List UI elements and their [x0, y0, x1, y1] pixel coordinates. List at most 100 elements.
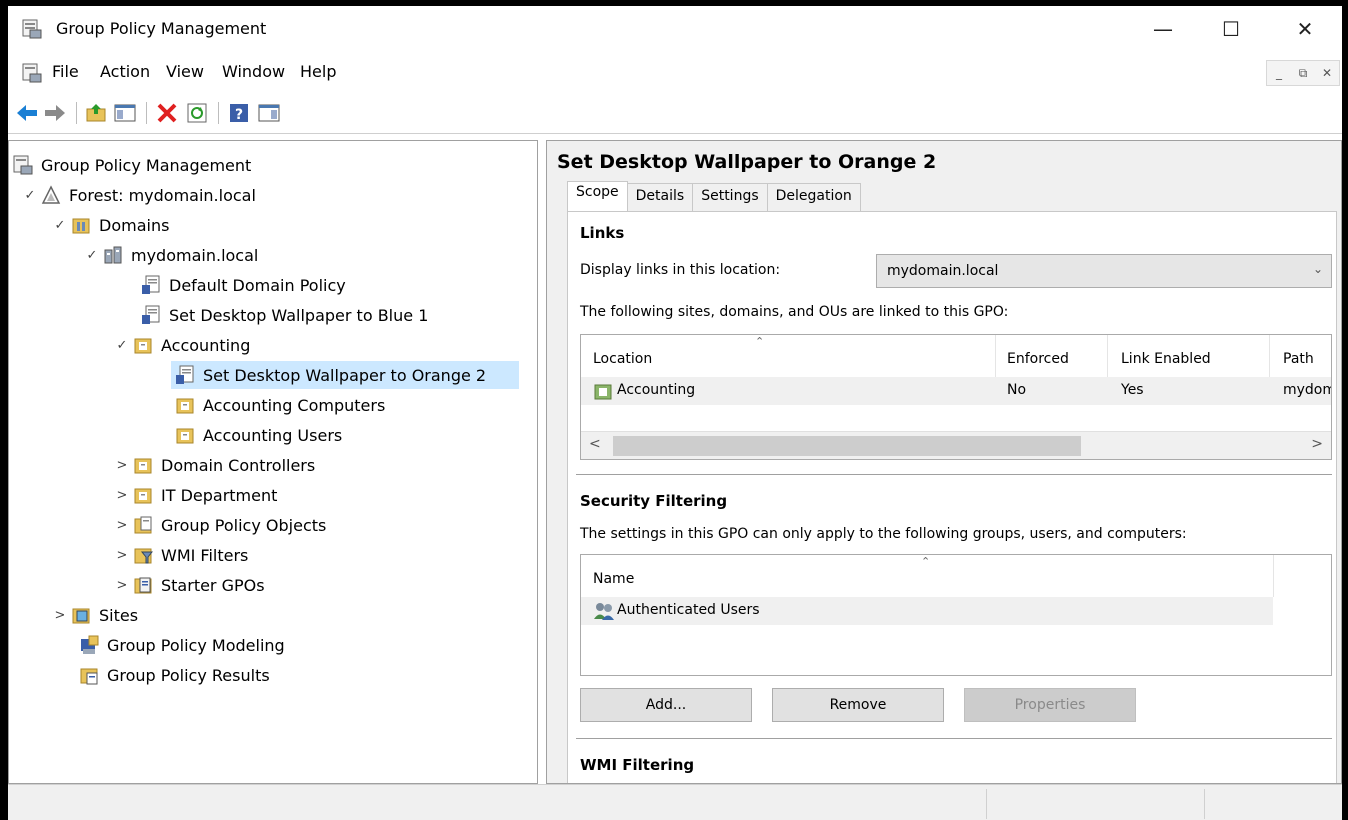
section-splitter[interactable]: [576, 738, 1332, 741]
links-location-value: mydomain.local: [887, 263, 999, 279]
mdi-close-button[interactable]: ✕: [1315, 61, 1339, 85]
links-horizontal-scrollbar[interactable]: < >: [581, 431, 1331, 459]
tree-item-wmi-filters[interactable]: > WMI Filters: [111, 541, 249, 569]
close-button[interactable]: ✕: [1280, 6, 1330, 52]
details-pane: Set Desktop Wallpaper to Orange 2 Scope …: [546, 140, 1342, 784]
gpo-title: Set Desktop Wallpaper to Orange 2: [557, 151, 937, 173]
tree-item-results[interactable]: Group Policy Results: [79, 661, 270, 689]
scrollbar-thumb[interactable]: [613, 436, 1081, 456]
menu-view[interactable]: View: [166, 62, 204, 81]
tree-item-forest[interactable]: ✓ Forest: mydomain.local: [19, 181, 256, 209]
column-location[interactable]: Location: [593, 351, 652, 367]
tree-item-wallpaper-orange[interactable]: Set Desktop Wallpaper to Orange 2: [171, 361, 519, 389]
forward-icon[interactable]: [42, 100, 68, 126]
delete-icon[interactable]: [154, 100, 180, 126]
tree-label: Set Desktop Wallpaper to Blue 1: [169, 305, 429, 325]
gpmc-icon: [13, 155, 33, 175]
tree-item-domain[interactable]: ✓ mydomain.local: [81, 241, 259, 269]
refresh-icon[interactable]: [184, 100, 210, 126]
chevron-right-icon[interactable]: >: [111, 548, 133, 563]
links-list-header: ⌃ Location Enforced Link Enabled Path: [581, 335, 1331, 377]
mdi-controls: _ ⧉ ✕: [1266, 60, 1340, 86]
security-filtering-list[interactable]: ⌃ Name Authenticated Users: [580, 554, 1332, 676]
show-hide-tree-icon[interactable]: [112, 100, 138, 126]
table-row[interactable]: Authenticated Users: [581, 597, 1273, 625]
chevron-down-icon[interactable]: ✓: [19, 188, 41, 203]
show-hide-action-pane-icon[interactable]: [256, 100, 282, 126]
chevron-down-icon[interactable]: ✓: [49, 218, 71, 233]
tree-item-sites[interactable]: > Sites: [49, 601, 139, 629]
remove-button[interactable]: Remove: [772, 688, 944, 722]
maximize-button[interactable]: ☐: [1206, 6, 1256, 52]
menu-action[interactable]: Action: [100, 62, 150, 81]
display-links-label: Display links in this location:: [580, 262, 781, 278]
menu-window[interactable]: Window: [222, 62, 285, 81]
tree-label: Sites: [99, 605, 139, 625]
tree-item-accounting-computers[interactable]: Accounting Computers: [175, 391, 385, 419]
tree-item-gpo-objects[interactable]: > Group Policy Objects: [111, 511, 327, 539]
add-button[interactable]: Add...: [580, 688, 752, 722]
chevron-right-icon[interactable]: >: [111, 488, 133, 503]
cell-enforced: No: [1007, 382, 1027, 398]
scroll-right-icon[interactable]: >: [1311, 436, 1323, 452]
column-name[interactable]: Name: [593, 571, 634, 587]
back-icon[interactable]: [14, 100, 40, 126]
chevron-right-icon[interactable]: >: [111, 578, 133, 593]
tree-label: Group Policy Results: [107, 665, 270, 685]
table-row[interactable]: Accounting No Yes mydom: [581, 377, 1332, 405]
cell-link-enabled: Yes: [1121, 382, 1144, 398]
help-icon[interactable]: ?: [226, 100, 252, 126]
mdi-minimize-button[interactable]: _: [1267, 61, 1291, 85]
security-list-header: ⌃ Name: [581, 555, 1331, 597]
links-list[interactable]: ⌃ Location Enforced Link Enabled Path Ac…: [580, 334, 1332, 460]
forest-icon: [41, 185, 61, 204]
tree-label: Starter GPOs: [161, 575, 265, 595]
ou-icon: [134, 458, 152, 474]
menu-file[interactable]: File: [52, 62, 79, 81]
tab-details[interactable]: Details: [626, 183, 694, 211]
console-tree: Group Policy Management ✓ Forest: mydoma…: [8, 140, 538, 784]
links-location-dropdown[interactable]: mydomain.local ⌄: [876, 254, 1332, 288]
svg-text:?: ?: [235, 107, 243, 123]
gpo-link-icon: [142, 275, 160, 294]
menu-help[interactable]: Help: [300, 62, 336, 81]
column-enforced[interactable]: Enforced: [1007, 351, 1069, 367]
user-group-icon: [594, 603, 614, 620]
tree-item-modeling[interactable]: Group Policy Modeling: [79, 631, 285, 659]
properties-button: Properties: [964, 688, 1136, 722]
tab-settings[interactable]: Settings: [692, 183, 768, 211]
tree-item-accounting-users[interactable]: Accounting Users: [175, 421, 342, 449]
mdi-restore-button[interactable]: ⧉: [1291, 61, 1315, 85]
chevron-right-icon[interactable]: >: [111, 518, 133, 533]
tree-label: IT Department: [161, 485, 278, 505]
cell-path: mydom: [1283, 382, 1332, 398]
chevron-right-icon[interactable]: >: [111, 458, 133, 473]
tree-item-default-domain-policy[interactable]: Default Domain Policy: [141, 271, 346, 299]
tree-item-domain-controllers[interactable]: > Domain Controllers: [111, 451, 316, 479]
tab-scope[interactable]: Scope: [567, 181, 628, 213]
tree-item-wallpaper-blue[interactable]: Set Desktop Wallpaper to Blue 1: [141, 301, 428, 329]
tree-item-starter-gpos[interactable]: > Starter GPOs: [111, 571, 265, 599]
scroll-left-icon[interactable]: <: [589, 436, 601, 452]
chevron-right-icon[interactable]: >: [49, 608, 71, 623]
column-link-enabled[interactable]: Link Enabled: [1121, 351, 1211, 367]
up-folder-icon[interactable]: [84, 100, 110, 126]
tab-delegation[interactable]: Delegation: [766, 183, 861, 211]
tree-item-it-department[interactable]: > IT Department: [111, 481, 278, 509]
app-window: Group Policy Management — ☐ ✕ File Actio…: [8, 6, 1342, 820]
chevron-down-icon[interactable]: ✓: [81, 248, 103, 263]
column-path[interactable]: Path: [1283, 351, 1314, 367]
section-splitter[interactable]: [576, 474, 1332, 477]
chevron-down-icon[interactable]: ✓: [111, 338, 133, 353]
tree-item-accounting[interactable]: ✓ Accounting: [111, 331, 251, 359]
gpmc-app-icon: [22, 19, 42, 39]
gpo-link-icon: [176, 365, 194, 384]
gpmc-menu-icon[interactable]: [22, 63, 42, 83]
tree-label: WMI Filters: [161, 545, 249, 565]
minimize-button[interactable]: —: [1138, 6, 1188, 52]
title-bar: Group Policy Management — ☐ ✕: [8, 6, 1342, 52]
tree-label: Default Domain Policy: [169, 275, 346, 295]
tree-item-gpm-root[interactable]: Group Policy Management: [13, 151, 251, 179]
tree-item-domains[interactable]: ✓ Domains: [49, 211, 170, 239]
toolbar: ?: [8, 92, 1342, 134]
